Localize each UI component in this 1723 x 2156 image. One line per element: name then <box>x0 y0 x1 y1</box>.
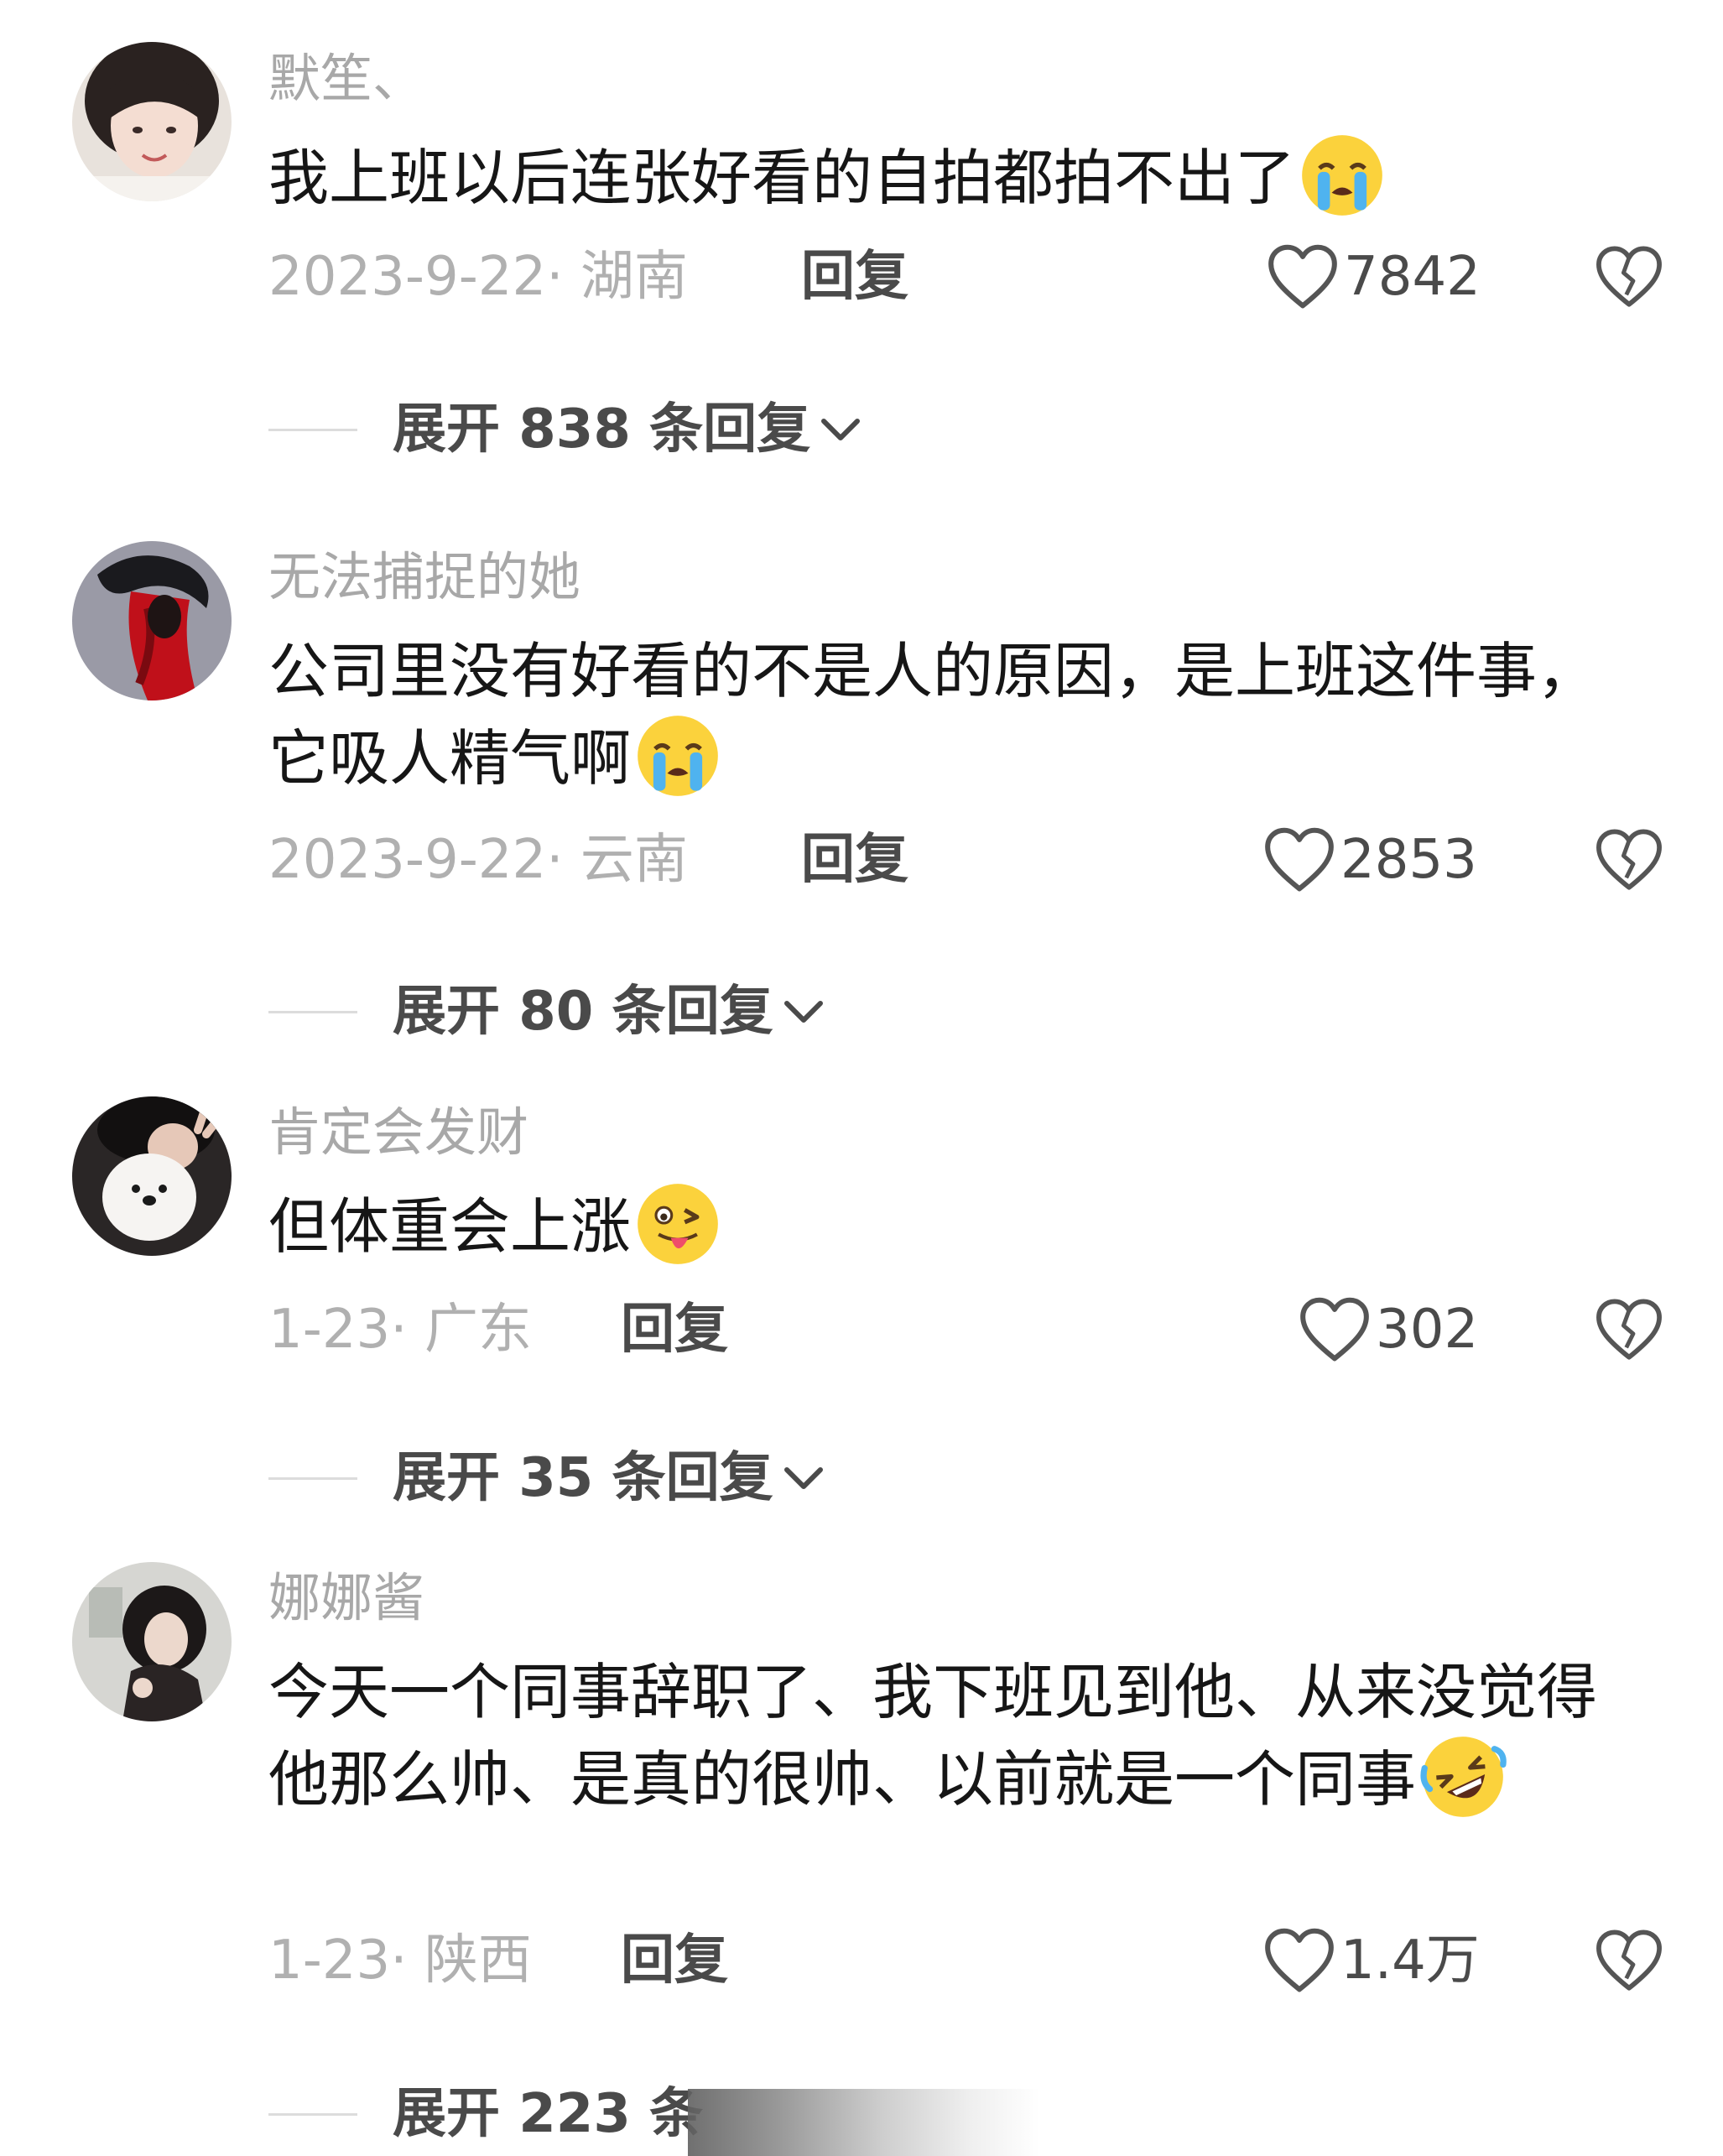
reply-button[interactable]: 回复 <box>801 822 908 898</box>
comment-text-content: 但体重会上涨 <box>268 1191 632 1262</box>
comment-username[interactable]: 肯定会发财 <box>268 1099 528 1166</box>
divider <box>268 1476 357 1480</box>
rolling-on-the-floor-laughing-icon <box>1419 1733 1507 1820</box>
broken-heart-icon <box>1596 1299 1662 1360</box>
like-button[interactable]: 1.4万 <box>1263 1923 1480 1998</box>
heart-outline-icon <box>1265 827 1334 892</box>
comment-username[interactable]: 娜娜酱 <box>268 1565 424 1632</box>
like-button[interactable]: 7842 <box>1267 239 1481 315</box>
watermark-blur <box>688 2089 1040 2156</box>
comment-text-content: 今天一个同事辞职了、我下班见到他、从来没觉得他那么帅、是真的很帅、以前就是一个同… <box>268 1657 1598 1815</box>
loudly-crying-face-icon <box>634 712 721 799</box>
expand-replies-button[interactable]: 展开 35 条回复 <box>268 1436 827 1520</box>
expand-replies-button[interactable]: 展开 223 条 <box>268 2072 703 2156</box>
avatar[interactable] <box>72 541 232 700</box>
dislike-button[interactable] <box>1592 1292 1666 1367</box>
dislike-button[interactable] <box>1592 1923 1666 1998</box>
comment-username[interactable]: 无法捕捉的她 <box>268 544 580 611</box>
expand-replies-label: 展开 80 条回复 <box>393 981 773 1043</box>
comment-text-content: 我上班以后连张好看的自拍都拍不出了 <box>268 143 1296 213</box>
like-count: 1.4万 <box>1340 1929 1480 1992</box>
chevron-down-icon <box>783 1467 823 1489</box>
reply-button[interactable]: 回复 <box>801 239 908 315</box>
winking-face-with-tongue-icon <box>634 1180 721 1268</box>
like-count: 7842 <box>1344 246 1481 308</box>
broken-heart-icon <box>1596 829 1662 890</box>
divider <box>268 1010 357 1013</box>
expand-replies-label: 展开 35 条回复 <box>393 1447 773 1509</box>
expand-replies-button[interactable]: 展开 838 条回复 <box>268 388 864 471</box>
reply-button[interactable]: 回复 <box>621 1923 728 1998</box>
heart-outline-icon <box>1268 244 1337 309</box>
expand-replies-label: 展开 838 条回复 <box>393 398 811 461</box>
comment-text: 公司里没有好看的不是人的原因，是上班这件事，它吸人精气啊 <box>268 628 1627 806</box>
like-count: 2853 <box>1340 829 1477 891</box>
divider <box>268 2112 357 2116</box>
avatar[interactable] <box>72 1562 232 1721</box>
heart-outline-icon <box>1265 1928 1334 1992</box>
comment-username[interactable]: 默笙、 <box>268 45 424 112</box>
avatar[interactable] <box>72 1096 232 1256</box>
loudly-crying-face-icon <box>1299 132 1386 219</box>
expand-replies-button[interactable]: 展开 80 条回复 <box>268 970 827 1054</box>
dislike-button[interactable] <box>1592 822 1666 898</box>
like-count: 302 <box>1376 1299 1479 1361</box>
comment-text: 我上班以后连张好看的自拍都拍不出了 <box>268 134 1627 226</box>
avatar[interactable] <box>72 42 232 201</box>
dislike-button[interactable] <box>1592 239 1666 315</box>
comment-date-location: 2023-9-22· 湖南 <box>268 246 688 308</box>
comment-date-location: 1-23· 陕西 <box>268 1929 532 1992</box>
comment-date-location: 2023-9-22· 云南 <box>268 829 688 891</box>
heart-outline-icon <box>1300 1297 1369 1362</box>
expand-replies-label: 展开 223 条 <box>393 2083 704 2145</box>
comment-date-location: 1-23· 广东 <box>268 1299 532 1361</box>
comment-text-content: 公司里没有好看的不是人的原因，是上班这件事，它吸人精气啊 <box>268 636 1598 794</box>
comment-text: 但体重会上涨 <box>268 1183 1627 1274</box>
chevron-down-icon <box>783 1001 823 1023</box>
like-button[interactable]: 2853 <box>1263 822 1477 898</box>
comment-text: 今天一个同事辞职了、我下班见到他、从来没觉得他那么帅、是真的很帅、以前就是一个同… <box>268 1648 1627 1827</box>
like-button[interactable]: 302 <box>1299 1292 1478 1367</box>
divider <box>268 428 357 431</box>
reply-button[interactable]: 回复 <box>621 1292 728 1367</box>
broken-heart-icon <box>1596 1929 1662 1991</box>
chevron-down-icon <box>821 419 861 440</box>
broken-heart-icon <box>1596 246 1662 307</box>
